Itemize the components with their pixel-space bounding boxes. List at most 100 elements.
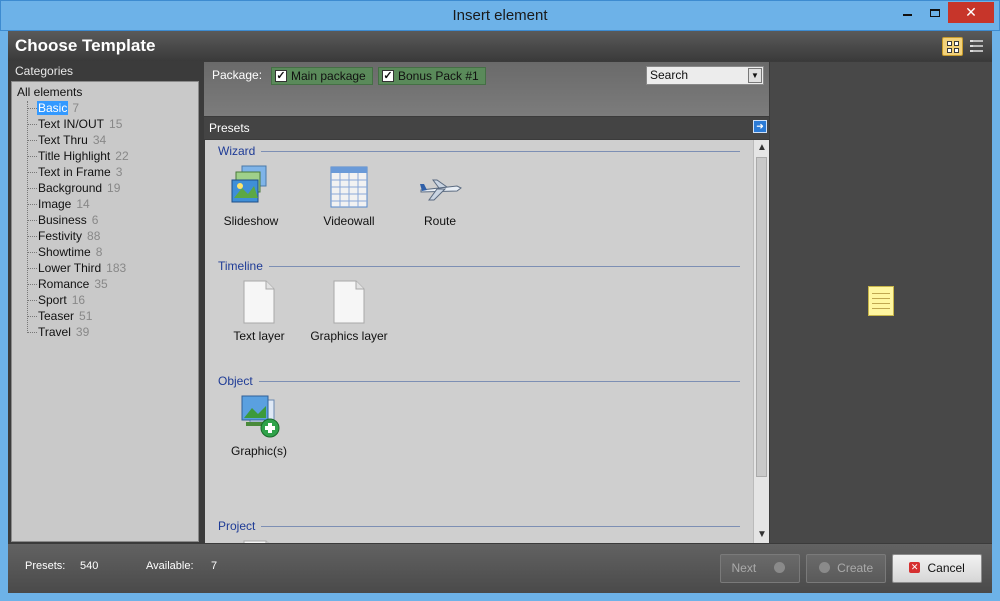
presets-list: Wizard Slideshow Videowall Route Timelin… [205,140,753,543]
category-count: 19 [107,181,121,195]
category-item[interactable]: Travel 39 [27,325,89,341]
category-item[interactable]: Romance 35 [27,277,108,293]
category-item[interactable]: Text Thru 34 [27,133,106,149]
category-item[interactable]: Teaser 51 [27,309,92,325]
window-title: Insert element [452,7,548,24]
category-label: Showtime [38,245,91,259]
category-label: Business [38,213,87,227]
category-item[interactable]: Background 19 [27,181,120,197]
preset-label: Slideshow [223,214,279,228]
cancel-button[interactable]: ✕ Cancel [892,554,982,583]
chevron-down-icon[interactable]: ▼ [748,68,762,83]
preview-pane [770,62,992,543]
scroll-up-icon[interactable]: ▲ [754,140,770,156]
grid-view-button[interactable] [942,37,963,56]
tree-branch [27,316,37,318]
header-bar: Choose Template [8,31,992,61]
tree-branch [27,268,37,270]
expand-arrow-icon[interactable]: ➜ [753,120,767,133]
preset-project-item[interactable] [219,539,299,543]
tree-branch [27,332,37,334]
preset-videowall[interactable]: Videowall [309,164,389,228]
presets-heading-bar: Presets ➜ [204,117,769,139]
package-checkbox-main[interactable]: ✓ Main package [271,67,373,85]
group-title-project: Project [218,519,262,533]
category-count: 51 [79,309,93,323]
minimize-button[interactable] [894,2,921,23]
category-count: 6 [91,213,99,227]
preset-graphics-layer[interactable]: Graphics layer [309,279,389,343]
scroll-down-icon[interactable]: ▼ [754,527,770,543]
group-title-wizard: Wizard [218,144,262,158]
preset-graphics[interactable]: Graphic(s) [219,394,299,458]
maximize-icon [929,9,940,17]
category-label: Image [38,197,72,211]
create-button[interactable]: Create [806,554,886,583]
category-label: Basic [37,101,69,115]
preset-label: Graphic(s) [230,444,287,458]
footer-bar: Presets: 540 Available: 7 Next Create ✕ … [8,544,992,593]
category-item[interactable]: Lower Third 183 [27,261,126,277]
next-button-label: Next [731,561,757,575]
tree-branch [27,124,37,126]
minimize-icon [903,14,912,16]
preset-route[interactable]: Route [400,164,480,228]
category-count: 14 [76,197,90,211]
category-label: Lower Third [38,261,102,275]
category-count: 16 [71,293,86,307]
category-count: 34 [92,133,107,147]
categories-tree[interactable]: All elements Basic 7 Text IN/OUT 15 Text Thr… [11,81,199,542]
category-count: 15 [109,117,123,131]
category-count: 88 [87,229,101,243]
presets-heading: Presets [209,121,250,135]
next-button[interactable]: Next [720,554,800,583]
category-item[interactable]: Sport 16 [27,293,85,309]
window-title-bar: Insert element ✕ [0,0,1000,31]
package-checkbox-bonus[interactable]: ✓ Bonus Pack #1 [378,67,486,85]
package-option-label: Bonus Pack #1 [398,69,479,83]
category-count: 183 [106,261,127,275]
category-count: 8 [95,245,103,259]
category-label: Romance [38,277,90,291]
category-item[interactable]: Business 6 [27,213,98,229]
category-label: Sport [38,293,67,307]
category-item[interactable]: Showtime 8 [27,245,102,261]
category-label: Teaser [38,309,75,323]
cancel-x-icon: ✕ [909,562,921,574]
available-count-label: Available: [146,560,194,572]
category-item[interactable]: Title Highlight 22 [27,149,129,165]
tree-root-all-elements[interactable]: All elements [17,85,82,99]
preset-slideshow[interactable]: Slideshow [211,164,291,228]
category-item[interactable]: Text in Frame 3 [27,165,122,181]
create-button-label: Create [837,561,874,575]
category-item[interactable]: Basic 7 [27,101,79,117]
presets-scrollbar[interactable]: ▲ ▼ [753,140,769,543]
notepad-icon [868,286,894,316]
group-divider [218,381,740,382]
tree-branch [27,300,37,302]
presets-count-label: Presets: [25,560,66,572]
package-filter-bar: Package: ✓ Main package ✓ Bonus Pack #1 Se… [204,62,769,116]
categories-heading: Categories [15,64,74,78]
blank-document-icon [236,539,282,543]
category-count: 39 [75,325,90,339]
preset-label: Text layer [233,329,285,343]
scrollbar-thumb[interactable] [756,157,767,477]
preset-text-layer[interactable]: Text layer [219,279,299,343]
category-count: 22 [115,149,129,163]
tree-branch [27,252,37,254]
list-view-button[interactable] [966,37,987,56]
category-item[interactable]: Festivity 88 [27,229,100,245]
group-title-object: Object [218,374,259,388]
category-label: Text IN/OUT [38,117,105,131]
tree-branch [27,220,37,222]
category-count: 3 [115,165,123,179]
maximize-button[interactable] [921,2,948,23]
preset-label: Graphics layer [310,329,388,343]
search-select[interactable]: Search ▼ [646,66,764,85]
close-button[interactable]: ✕ [948,2,994,23]
group-title-timeline: Timeline [218,259,269,273]
category-item[interactable]: Image 14 [27,197,90,213]
category-item[interactable]: Text IN/OUT 15 [27,117,122,133]
blank-document-icon [326,279,372,325]
